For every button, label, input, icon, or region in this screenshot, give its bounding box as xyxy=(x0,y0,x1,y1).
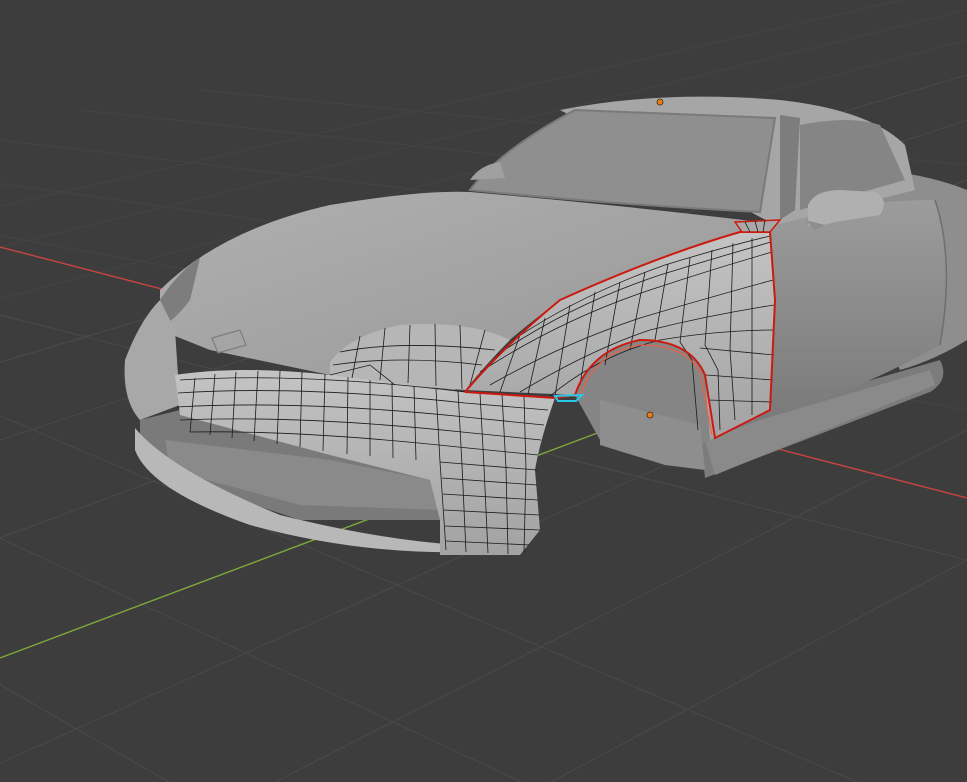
scene-canvas[interactable] xyxy=(0,0,967,782)
3d-viewport[interactable] xyxy=(0,0,967,782)
origin-point-roof[interactable] xyxy=(656,98,664,106)
origin-point-wheel[interactable] xyxy=(646,411,654,419)
